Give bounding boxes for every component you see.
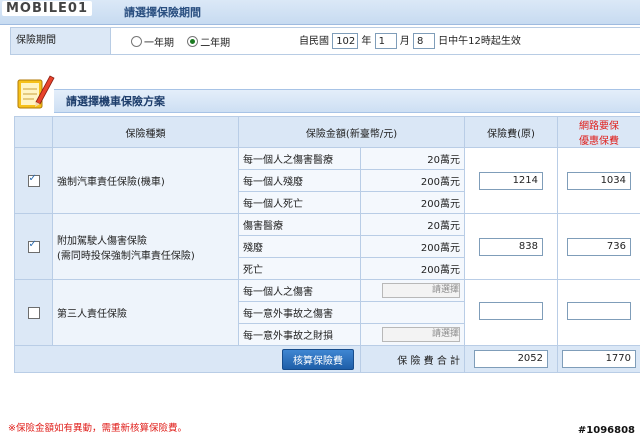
row2-type-line2: (需同時投保強制汽車責任保險): [57, 250, 195, 262]
coverage-amount: 20萬元: [359, 147, 466, 170]
coverage-amount: 200萬元: [359, 257, 466, 280]
row2-checkbox[interactable]: [27, 239, 40, 253]
row3-premium-field[interactable]: [479, 302, 544, 320]
radio-two-year[interactable]: [187, 36, 199, 47]
injury-limit-select[interactable]: 請選擇 ⌵: [382, 283, 461, 298]
row1-premium-cell: 1214: [464, 147, 559, 214]
row3-checkbox[interactable]: [27, 306, 40, 319]
total-premium-field[interactable]: 2052: [474, 350, 549, 368]
year-input[interactable]: 102: [332, 33, 359, 49]
total-label: 保 險 費 合 計: [359, 345, 466, 373]
coverage-amount: 200萬元: [359, 191, 466, 214]
year-unit: 年: [361, 36, 372, 47]
post-id: #1096808: [574, 425, 638, 436]
row2-premium-field[interactable]: 838: [479, 237, 544, 256]
plan-title-bar: 請選擇機車保險方案: [54, 89, 640, 113]
table-row: 第三人責任保險 每一個人之傷害 請選擇 ⌵: [14, 279, 640, 346]
chevron-down-icon: ⌵: [450, 329, 458, 339]
table-row: 強制汽車責任保險(機車) 每一個人之傷害醫療 20萬元 1214 1034: [14, 147, 640, 214]
period-options: 一年期 二年期: [131, 34, 240, 49]
row1-online-field[interactable]: 1034: [567, 171, 632, 190]
row2-type: 附加駕駛人傷害保險 (需同時投保強制汽車責任保險): [52, 213, 239, 280]
total-premium-cell: 2052: [464, 345, 559, 373]
property-limit-select[interactable]: 請選擇 ⌵: [382, 327, 461, 342]
calculate-cell: 核算保險費: [14, 345, 361, 373]
mobile01-watermark: MOBILE01: [2, 1, 92, 16]
total-online-cell: 1770: [557, 345, 640, 373]
day-input[interactable]: 8: [412, 33, 435, 49]
row3-online-field[interactable]: [567, 302, 632, 320]
header-type: 保險種類: [52, 116, 239, 148]
row1-type: 強制汽車責任保險(機車): [52, 147, 239, 214]
day-suffix: 日中午12時起生效: [438, 36, 521, 47]
header-online-line1: 網路要保: [579, 121, 620, 132]
row2-online-cell: 736: [557, 213, 640, 280]
radio-one-year[interactable]: [131, 36, 142, 47]
coverage-select-cell: 請選擇 ⌵: [359, 279, 466, 302]
row1-checkbox[interactable]: [27, 173, 40, 187]
coverage-label: 每一個人之傷害: [238, 279, 361, 302]
plan-section-title: 請選擇機車保險方案: [66, 95, 165, 108]
row3-type: 第三人責任保險: [52, 279, 239, 346]
date-prefix: 自民國: [299, 36, 329, 47]
start-date: 自民國 102 年 1 月 8 日中午12時起生效: [299, 32, 521, 49]
coverage-label: 每一個人死亡: [238, 191, 361, 214]
insurance-plan-table: 保險種類 保險金額(新臺幣/元) 保險費(原) 網路要保優惠保費 強制汽車責任保…: [14, 116, 640, 373]
period-label: 保險期間: [11, 28, 111, 54]
coverage-label: 每一意外事故之財損: [238, 323, 361, 346]
header-coverage: 保險金額(新臺幣/元): [237, 116, 466, 148]
coverage-amount: 20萬元: [359, 213, 466, 236]
recalculate-note: ※保險金額如有異動，需重新核算保險費。: [8, 423, 187, 434]
table-row: 附加駕駛人傷害保險 (需同時投保強制汽車責任保險) 傷害醫療 20萬元 838 7…: [14, 213, 640, 280]
row1-premium-field[interactable]: 1214: [479, 171, 544, 190]
row2-type-line1: 附加駕駛人傷害保險: [57, 235, 147, 247]
plan-section-header: 請選擇機車保險方案: [10, 75, 640, 114]
total-row: 核算保險費 保 險 費 合 計 2052 1770: [14, 345, 640, 373]
coverage-amount: [359, 301, 466, 324]
coverage-label: 死亡: [238, 257, 361, 280]
coverage-select-cell: 請選擇 ⌵: [359, 323, 466, 346]
coverage-label: 殘廢: [238, 235, 361, 258]
row1-online-cell: 1034: [557, 147, 640, 214]
coverage-label: 每一個人殘廢: [238, 169, 361, 192]
month-input[interactable]: 1: [374, 33, 397, 49]
total-online-field[interactable]: 1770: [562, 350, 637, 368]
month-unit: 月: [399, 36, 410, 47]
table-header-row: 保險種類 保險金額(新臺幣/元) 保險費(原) 網路要保優惠保費: [14, 116, 640, 148]
coverage-label: 每一意外事故之傷害: [238, 301, 361, 324]
header-online-premium: 網路要保 優惠保費: [557, 116, 640, 148]
row1-type-line1: 強制汽車責任保險(機車): [57, 177, 165, 188]
row3-online-cell: [557, 279, 640, 346]
row3-premium-cell: [464, 279, 559, 346]
coverage-label: 每一個人之傷害醫療: [238, 147, 361, 170]
radio-two-year-label: 二年期: [200, 38, 231, 49]
row2-check-cell: [14, 213, 53, 280]
header-online-line2: 優惠保費: [579, 136, 620, 147]
chevron-down-icon: ⌵: [450, 285, 458, 295]
period-section-header: MOBILE01 請選擇保險期間: [0, 0, 640, 25]
period-row: 保險期間 一年期 二年期 自民國 102 年 1 月 8 日中午12時起生效: [10, 27, 640, 55]
notebook-pencil-icon: [17, 75, 55, 109]
row3-type-line1: 第三人責任保險: [57, 309, 127, 320]
period-section-title: 請選擇保險期間: [124, 6, 201, 19]
coverage-label: 傷害醫療: [238, 213, 361, 236]
row1-check-cell: [14, 147, 53, 214]
header-premium: 保險費(原): [464, 116, 559, 148]
row2-premium-cell: 838: [464, 213, 559, 280]
row2-online-field[interactable]: 736: [567, 237, 632, 256]
coverage-amount: 200萬元: [359, 235, 466, 258]
row3-check-cell: [14, 279, 53, 346]
header-check-col: [14, 116, 53, 148]
radio-one-year-label: 一年期: [144, 38, 174, 49]
coverage-amount: 200萬元: [359, 169, 466, 192]
calculate-premium-button[interactable]: 核算保險費: [282, 348, 354, 370]
